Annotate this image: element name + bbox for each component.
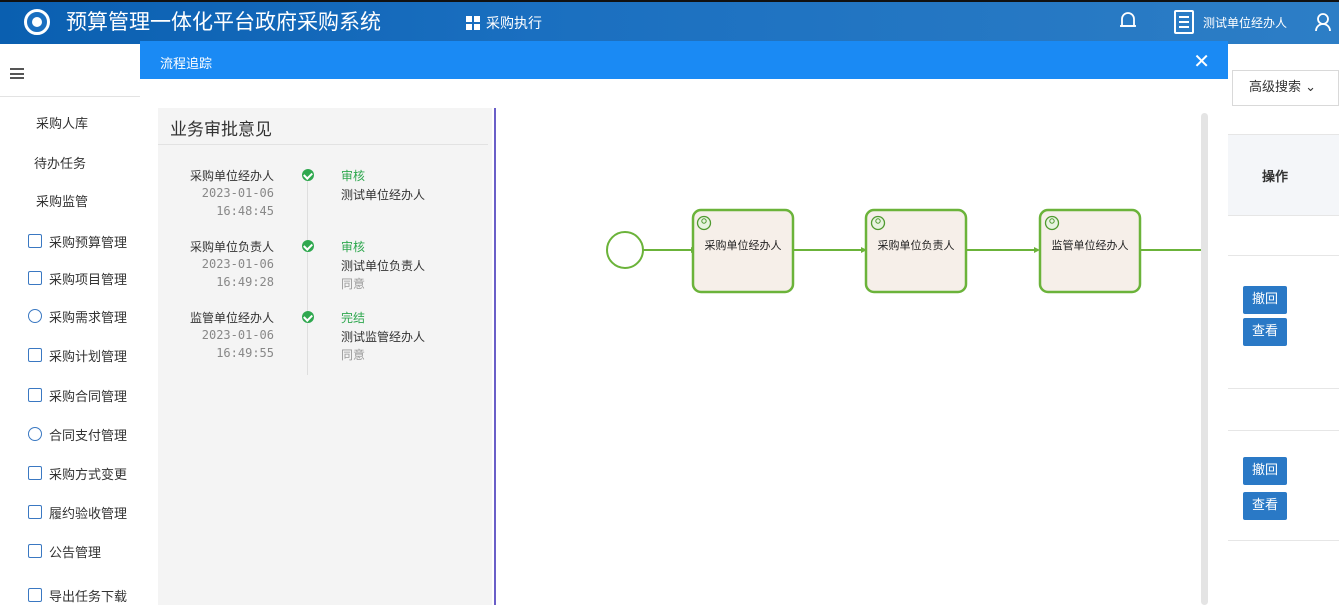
sidebar-item-label: 待办任务 <box>34 156 87 172</box>
entry-time: 16:49:55 <box>216 346 274 360</box>
menu-label: 采购执行 <box>486 16 542 32</box>
withdraw-button[interactable]: 撤回 <box>1243 286 1287 314</box>
vertical-scrollbar[interactable] <box>1201 113 1208 605</box>
sidebar-divider <box>0 96 145 97</box>
menu-toggle-icon[interactable] <box>10 68 24 79</box>
sidebar-item-contract[interactable]: 采购合同管理 <box>0 385 145 405</box>
top-header: 预算管理一体化平台政府采购系统 采购执行 测试单位经办人 <box>0 0 1339 44</box>
sidebar-item-label: 合同支付管理 <box>49 428 128 444</box>
entry-time: 16:49:28 <box>216 275 274 289</box>
bell-icon[interactable] <box>1118 10 1138 32</box>
entry-role: 监管单位经办人 <box>189 311 274 325</box>
sidebar-item-demand[interactable]: 采购需求管理 <box>0 306 145 326</box>
grid-menu-icon <box>466 16 480 30</box>
sidebar-item-label: 导出任务下载 <box>49 589 128 605</box>
app-title: 预算管理一体化平台政府采购系统 <box>66 10 381 34</box>
sidebar-item-plan[interactable]: 采购计划管理 <box>0 345 145 365</box>
table-divider <box>1228 255 1339 256</box>
acceptance-icon <box>28 505 42 519</box>
project-icon <box>28 271 42 285</box>
entry-role: 采购单位负责人 <box>189 240 274 254</box>
app-logo-icon <box>24 9 50 35</box>
entry-role: 采购单位经办人 <box>189 169 274 183</box>
view-button[interactable]: 查看 <box>1243 492 1287 520</box>
user-icon[interactable] <box>1314 12 1334 32</box>
sidebar-item-label: 采购项目管理 <box>49 272 128 288</box>
operation-column-header: 操作 <box>1262 170 1289 185</box>
entry-person: 测试单位经办人 <box>341 188 426 202</box>
sidebar-item-label: 采购方式变更 <box>49 467 128 483</box>
check-circle-icon <box>302 240 314 252</box>
timeline-line <box>307 170 308 375</box>
flow-node-label: 监管单位经办人 <box>1052 238 1129 252</box>
sidebar-item-label: 采购监管 <box>36 194 89 210</box>
sidebar-item-label: 履约验收管理 <box>49 506 128 522</box>
top-border <box>0 0 1339 2</box>
entry-date: 2023-01-06 <box>201 328 274 342</box>
approval-divider <box>158 144 488 145</box>
process-flow-diagram: 采购单位经办人 采购单位负责人 监管单位经办人 <box>606 208 1204 294</box>
user-name[interactable]: 测试单位经办人 <box>1203 14 1287 31</box>
export-icon <box>28 588 42 602</box>
sidebar-item-payment[interactable]: 合同支付管理 <box>0 424 145 444</box>
entry-time: 16:48:45 <box>216 204 274 218</box>
table-divider <box>1228 430 1339 431</box>
sidebar-item-supervision[interactable]: 采购监管 <box>0 190 145 210</box>
sidebar-item-label: 采购计划管理 <box>49 349 128 365</box>
sidebar-item-label: 采购人库 <box>36 116 89 132</box>
notice-icon <box>28 544 42 558</box>
entry-person: 测试监管经办人 <box>341 330 426 344</box>
document-icon[interactable] <box>1174 10 1194 34</box>
start-event <box>606 231 644 269</box>
payment-icon <box>28 427 42 441</box>
sidebar-item-export[interactable]: 导出任务下载 <box>0 585 145 605</box>
flow-node-label: 采购单位负责人 <box>878 238 955 252</box>
table-divider <box>1228 540 1339 541</box>
modal-header: 流程追踪 ✕ <box>140 41 1228 79</box>
plan-icon <box>28 348 42 362</box>
sidebar-item-notice[interactable]: 公告管理 <box>0 541 145 561</box>
demand-icon <box>28 309 42 323</box>
advanced-search-button[interactable]: 高级搜索 ⌄ <box>1232 70 1339 106</box>
chevron-down-icon: ⌄ <box>1305 80 1317 95</box>
approval-title: 业务审批意见 <box>170 120 272 140</box>
panel-divider <box>494 108 496 605</box>
table-divider <box>1228 215 1339 216</box>
entry-comment: 同意 <box>341 348 366 362</box>
withdraw-button[interactable]: 撤回 <box>1243 457 1287 485</box>
budget-icon <box>28 234 42 248</box>
sidebar-item-budget[interactable]: 采购预算管理 <box>0 231 145 251</box>
menu-purchase-execution[interactable]: 采购执行 <box>466 13 542 33</box>
check-circle-icon <box>302 169 314 181</box>
modal-title: 流程追踪 <box>160 57 213 72</box>
sidebar-item-label: 公告管理 <box>49 545 102 561</box>
entry-person: 测试单位负责人 <box>341 259 426 273</box>
entry-date: 2023-01-06 <box>201 186 274 200</box>
sidebar-item-method-change[interactable]: 采购方式变更 <box>0 463 145 483</box>
view-button[interactable]: 查看 <box>1243 318 1287 346</box>
entry-action: 完结 <box>341 311 366 325</box>
sidebar-item-purchaser-library[interactable]: 采购人库 <box>0 112 145 132</box>
method-change-icon <box>28 466 42 480</box>
table-divider <box>1228 388 1339 389</box>
check-circle-icon <box>302 311 314 323</box>
entry-date: 2023-01-06 <box>201 257 274 271</box>
contract-icon <box>28 388 42 402</box>
sidebar-item-label: 采购合同管理 <box>49 389 128 405</box>
flow-node-label: 采购单位经办人 <box>705 238 782 252</box>
entry-action: 审核 <box>341 240 366 254</box>
entry-action: 审核 <box>341 169 366 183</box>
sidebar-item-label: 采购预算管理 <box>49 235 128 251</box>
entry-comment: 同意 <box>341 277 366 291</box>
close-icon[interactable]: ✕ <box>1193 50 1210 72</box>
sidebar-item-project[interactable]: 采购项目管理 <box>0 268 145 288</box>
advanced-search-label: 高级搜索 <box>1249 80 1302 95</box>
sidebar-item-acceptance[interactable]: 履约验收管理 <box>0 502 145 522</box>
sidebar-item-label: 采购需求管理 <box>49 310 128 326</box>
sidebar-item-todo[interactable]: 待办任务 <box>0 152 145 172</box>
